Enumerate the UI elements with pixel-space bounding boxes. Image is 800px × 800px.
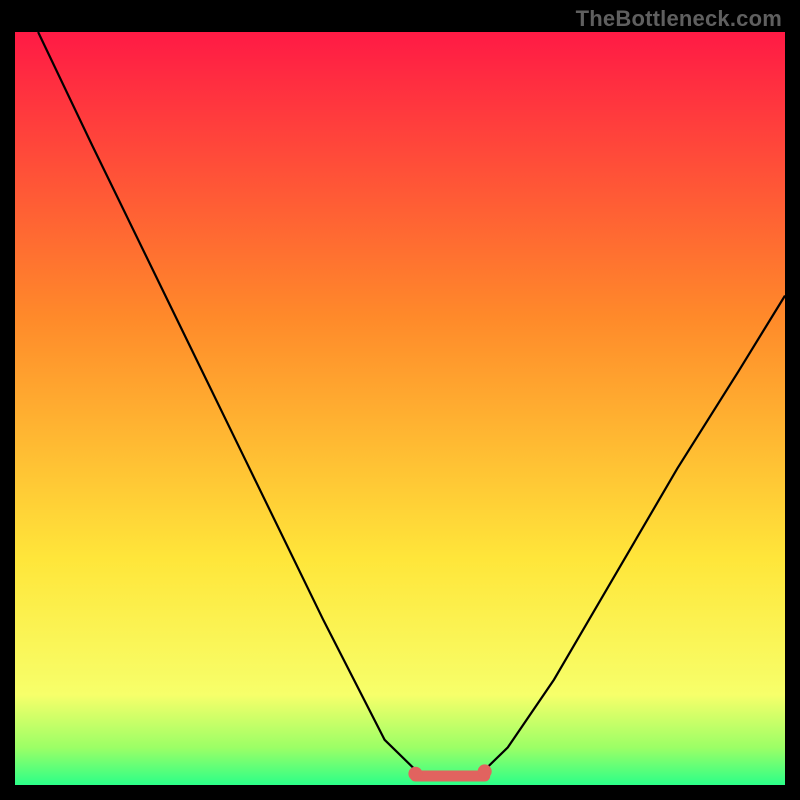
watermark-text: TheBottleneck.com [576,6,782,32]
plot-area [15,32,785,785]
marker-right [478,764,492,778]
chart-frame: TheBottleneck.com [0,0,800,800]
bottleneck-svg [15,32,785,785]
gradient-bg [15,32,785,785]
marker-left [408,767,422,781]
